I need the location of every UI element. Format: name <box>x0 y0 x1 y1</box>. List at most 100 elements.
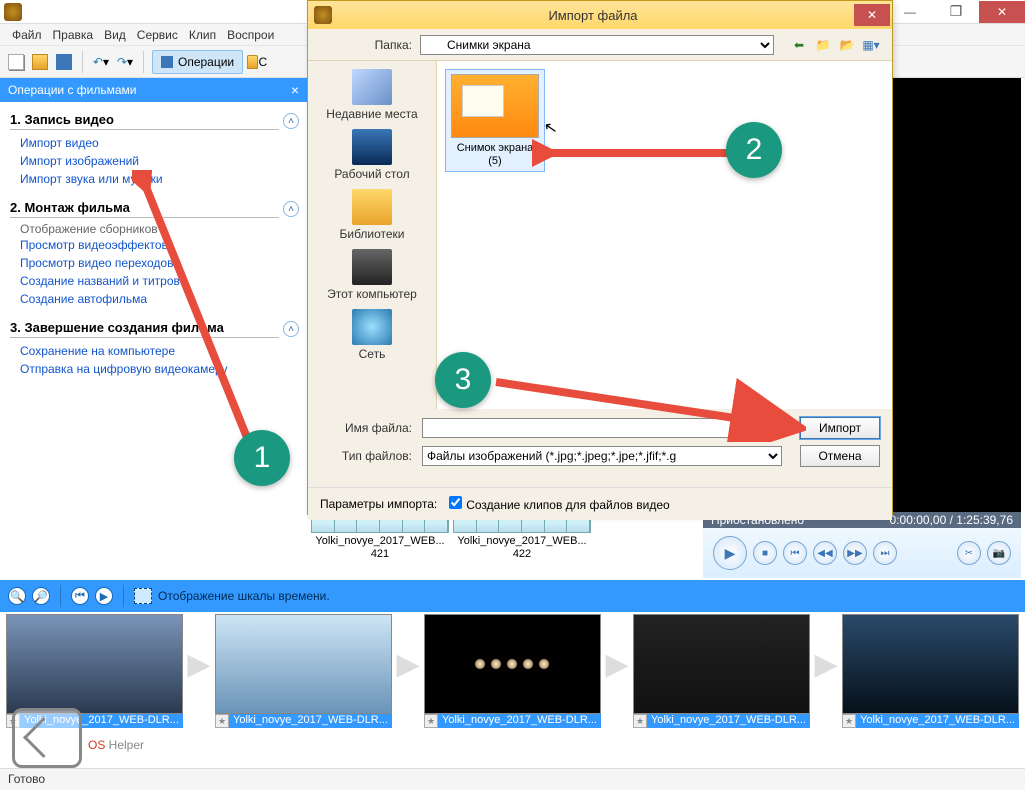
annotation-arrow-2 <box>532 138 742 168</box>
nav-view-button[interactable]: ▦▾ <box>862 36 880 54</box>
dialog-close-button[interactable]: ✕ <box>854 4 890 26</box>
transition-slot[interactable] <box>814 614 838 714</box>
nav-newfolder-button[interactable]: 📂 <box>838 36 856 54</box>
storyboard-clip[interactable]: ★Yolki_novye_2017_WEB-DLR... <box>215 614 392 728</box>
snapshot-button[interactable]: 📷 <box>987 541 1011 565</box>
forward-button[interactable]: ▶▶ <box>843 541 867 565</box>
collection-item[interactable]: Yolki_novye_2017_WEB... 421 <box>311 515 449 573</box>
file-name: Снимок экрана (5) <box>450 142 540 167</box>
folder-label: Папка: <box>320 38 412 52</box>
status-bar: Готово <box>0 768 1025 790</box>
preview-time: 0:00:00,00 / 1:25:39,76 <box>890 513 1013 527</box>
save-button[interactable] <box>54 52 74 72</box>
place-desktop[interactable]: Рабочий стол <box>316 125 428 185</box>
storyboard: ★Yolki_novye_2017_WEB-DLR... ★Yolki_novy… <box>6 614 1019 744</box>
collapse-icon[interactable]: ˄ <box>283 201 299 217</box>
import-button[interactable]: Импорт <box>800 417 880 439</box>
dialog-nav: Папка: Снимки экрана ⬅ 📁 📂 ▦▾ <box>308 29 892 61</box>
star-icon: ★ <box>424 714 438 728</box>
place-recent[interactable]: Недавние места <box>316 65 428 125</box>
place-network[interactable]: Сеть <box>316 305 428 365</box>
redo-button[interactable]: ↷ ▾ <box>115 52 135 72</box>
nav-back-button[interactable]: ⬅ <box>790 36 808 54</box>
annotation-1: 1 <box>234 430 290 486</box>
clip-caption: Yolki_novye_2017_WEB-DLR... <box>438 714 601 728</box>
import-images-link[interactable]: Импорт изображений <box>10 152 299 170</box>
collapse-icon[interactable]: ˄ <box>283 321 299 337</box>
filename-label: Имя файла: <box>320 421 412 435</box>
menu-play[interactable]: Воспрои <box>223 26 278 44</box>
clip-caption: Yolki_novye_2017_WEB-DLR... <box>856 714 1019 728</box>
storyboard-clip[interactable]: ★Yolki_novye_2017_WEB-DLR... <box>424 614 601 728</box>
collapse-icon[interactable]: ˄ <box>283 113 299 129</box>
tl-rewind-button[interactable]: ⏮ <box>71 587 89 605</box>
transition-slot[interactable] <box>187 614 211 714</box>
new-button[interactable] <box>6 52 26 72</box>
nav-up-button[interactable]: 📁 <box>814 36 832 54</box>
file-thumbnail <box>451 74 539 138</box>
dialog-titlebar: Импорт файла ✕ <box>308 1 892 29</box>
split-button[interactable]: ✂ <box>957 541 981 565</box>
menu-file[interactable]: Файл <box>8 26 46 44</box>
zoom-in-button[interactable]: 🔍 <box>8 587 26 605</box>
task-pane-close[interactable]: × <box>291 82 299 98</box>
place-libraries[interactable]: Библиотеки <box>316 185 428 245</box>
collection-item[interactable]: Yolki_novye_2017_WEB... 422 <box>453 515 591 573</box>
prev-button[interactable]: ⏮ <box>783 541 807 565</box>
close-button[interactable] <box>979 1 1025 23</box>
tl-play-button[interactable]: ▶ <box>95 587 113 605</box>
open-button[interactable] <box>30 52 50 72</box>
watermark-icon <box>12 708 82 768</box>
transition-slot[interactable] <box>396 614 420 714</box>
star-icon: ★ <box>842 714 856 728</box>
next-button[interactable]: ⏭ <box>873 541 897 565</box>
collection-item-label: Yolki_novye_2017_WEB... 422 <box>453 535 591 560</box>
create-clips-label: Создание клипов для файлов видео <box>466 498 669 512</box>
menu-clip[interactable]: Клип <box>185 26 220 44</box>
rewind-button[interactable]: ◀◀ <box>813 541 837 565</box>
filetype-select[interactable]: Файлы изображений (*.jpg;*.jpeg;*.jpe;*.… <box>422 446 782 466</box>
place-label: Недавние места <box>326 107 417 121</box>
filetype-label: Тип файлов: <box>320 449 412 463</box>
stop-button[interactable]: ■ <box>753 541 777 565</box>
undo-button[interactable]: ↶ ▾ <box>91 52 111 72</box>
file-item-selected[interactable]: Снимок экрана (5) <box>445 69 545 172</box>
annotation-2: 2 <box>726 122 782 178</box>
menu-service[interactable]: Сервис <box>133 26 182 44</box>
app-icon <box>4 3 22 21</box>
minimize-button[interactable] <box>887 1 933 23</box>
storyboard-clip[interactable]: ★Yolki_novye_2017_WEB-DLR... <box>633 614 810 728</box>
operations-button[interactable]: Операции <box>152 50 243 74</box>
create-clips-option[interactable]: Создание клипов для файлов видео <box>449 496 669 512</box>
file-list[interactable]: Снимок экрана (5) <box>436 61 892 409</box>
menu-view[interactable]: Вид <box>100 26 130 44</box>
import-video-link[interactable]: Импорт видео <box>10 134 299 152</box>
create-clips-checkbox[interactable] <box>449 496 462 509</box>
play-button[interactable]: ▶ <box>713 536 747 570</box>
preview-controls: ▶ ■ ⏮ ◀◀ ▶▶ ⏭ ✂ 📷 <box>703 528 1021 578</box>
menu-edit[interactable]: Правка <box>49 26 98 44</box>
folder-select[interactable]: Снимки экрана <box>420 35 774 55</box>
watermark: OS Helper <box>12 708 144 768</box>
timeline-view-icon[interactable] <box>134 588 152 604</box>
annotation-arrow-3 <box>486 372 806 442</box>
zoom-out-button[interactable]: 🔎 <box>32 587 50 605</box>
place-label: Этот компьютер <box>327 287 417 301</box>
watermark-text: OS Helper <box>88 720 144 757</box>
place-label: Библиотеки <box>339 227 404 241</box>
place-this-pc[interactable]: Этот компьютер <box>316 245 428 305</box>
storyboard-clip[interactable]: ★Yolki_novye_2017_WEB-DLR... <box>842 614 1019 728</box>
places-bar: Недавние места Рабочий стол Библиотеки Э… <box>308 61 436 409</box>
dialog-title: Импорт файла <box>332 8 854 23</box>
collections-label: С <box>258 55 267 69</box>
annotation-3: 3 <box>435 352 491 408</box>
cancel-button[interactable]: Отмена <box>800 445 880 467</box>
place-label: Рабочий стол <box>334 167 409 181</box>
collections-button[interactable]: С <box>247 52 267 72</box>
collection-item-label: Yolki_novye_2017_WEB... 421 <box>311 535 449 560</box>
maximize-button[interactable] <box>933 1 979 23</box>
place-label: Сеть <box>359 347 386 361</box>
transition-slot[interactable] <box>605 614 629 714</box>
timeline-toolbar: 🔍 🔎 ⏮ ▶ Отображение шкалы времени. <box>0 580 1025 612</box>
star-icon: ★ <box>215 714 229 728</box>
